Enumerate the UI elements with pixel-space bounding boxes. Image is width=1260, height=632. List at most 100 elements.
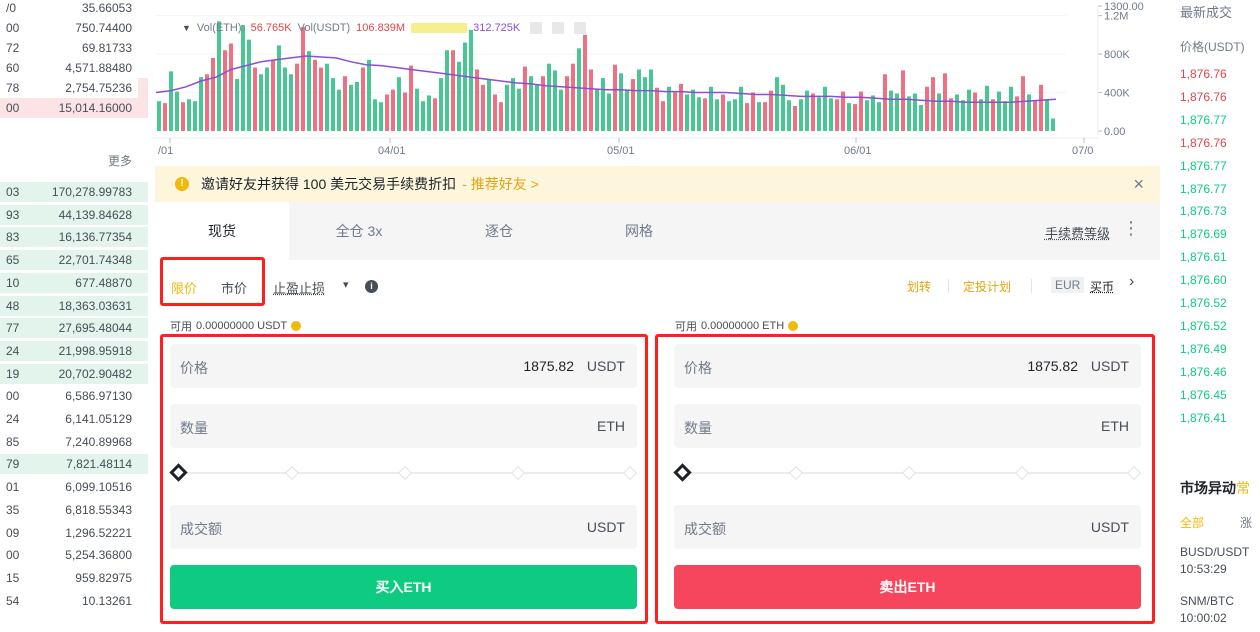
price-input[interactable]: 1875.82: [1027, 358, 1078, 374]
orderbook-total: 959.82975: [75, 570, 132, 585]
recent-trades-panel: 最新成交 价格(USDT) 1,876.76 1,876.76 1,876.77 1,…: [1166, 0, 1260, 632]
slider-mark-25[interactable]: [788, 465, 804, 481]
slider-handle[interactable]: [673, 463, 692, 482]
vol-usdt-label: Vol(USDT): [297, 22, 351, 34]
order-type-market[interactable]: 市价: [221, 278, 247, 297]
buy-amount-field[interactable]: 数量 ETH: [170, 404, 637, 448]
orderbook-row[interactable]: 77 27,695.48044: [0, 317, 148, 339]
volume-bar: [673, 92, 677, 131]
tab-grid[interactable]: 网格: [569, 202, 709, 260]
referral-link[interactable]: - 推荐好友 >: [462, 174, 539, 194]
market-item[interactable]: BUSD/USDT 10:53:29: [1180, 544, 1249, 578]
orderbook-row[interactable]: 72 69.81733: [0, 37, 148, 59]
orderbook-row[interactable]: 65 22,701.74348: [0, 249, 148, 271]
buy-percent-slider[interactable]: [169, 463, 638, 483]
orderbook-row[interactable]: 00 6,586.97130: [0, 385, 148, 407]
tab-cross-margin[interactable]: 全仓 3x: [289, 202, 429, 260]
orderbook-row[interactable]: 09 1,296.52221: [0, 522, 148, 544]
info-icon[interactable]: i: [365, 280, 378, 293]
volume-bar: [811, 93, 815, 131]
deposit-icon[interactable]: [788, 321, 799, 331]
orderbook-row[interactable]: 60 4,571.88480: [0, 57, 148, 79]
more-options-icon[interactable]: ⋮: [1122, 218, 1140, 239]
orderbook-row[interactable]: 00 15,014.16000: [0, 97, 148, 119]
orderbook-row[interactable]: 83 16,136.77354: [0, 226, 148, 248]
fee-level-link[interactable]: 手续费等级: [1045, 223, 1110, 242]
orderbook-price: 00: [6, 101, 20, 115]
legend-close-icon[interactable]: [574, 22, 587, 34]
orderbook-total: 20,702.90482: [58, 366, 132, 381]
sell-total-field[interactable]: 成交额 USDT: [674, 505, 1141, 549]
buy-price-field[interactable]: 价格 1875.82 USDT: [170, 344, 637, 388]
orderbook-row[interactable]: 10 677.48870: [0, 272, 148, 294]
slider-mark-25[interactable]: [284, 465, 300, 481]
orderbook-total: 5,254.36800: [65, 548, 132, 563]
volume-bar: [637, 69, 641, 131]
slider-mark-75[interactable]: [510, 465, 526, 481]
order-type-stop-limit[interactable]: 止盈止损: [273, 278, 325, 297]
x-tick-label: 06/01: [844, 145, 872, 157]
market-tab-gainers[interactable]: 涨: [1240, 514, 1252, 531]
slider-mark-50[interactable]: [901, 465, 917, 481]
legend-settings-icon[interactable]: [530, 22, 543, 34]
chevron-down-icon[interactable]: ▾: [343, 278, 349, 291]
orderbook-row[interactable]: 35 6,818.55343: [0, 499, 148, 521]
price-input[interactable]: 1875.82: [523, 358, 574, 374]
volume-bar: [847, 103, 851, 131]
legend-eye-icon[interactable]: [552, 22, 565, 34]
volume-bar: [1021, 76, 1025, 131]
orderbook-row[interactable]: 24 6,141.05129: [0, 408, 148, 430]
orderbook-price: 54: [6, 593, 20, 608]
volume-bar: [799, 99, 803, 131]
orderbook-row[interactable]: 54 10.13261: [0, 590, 148, 612]
tab-isolated-margin[interactable]: 逐仓: [429, 202, 569, 260]
volume-bar: [829, 98, 833, 131]
chevron-right-icon[interactable]: ›: [1129, 273, 1134, 291]
market-item[interactable]: SNM/BTC 10:00:02: [1180, 593, 1234, 627]
volume-bar: [325, 63, 329, 131]
auto-invest-link[interactable]: 定投计划: [963, 278, 1011, 295]
slider-mark-100[interactable]: [1126, 465, 1142, 481]
orderbook-row[interactable]: 78 2,754.75236: [0, 77, 148, 99]
currency-badge[interactable]: EUR: [1051, 277, 1085, 293]
deposit-icon[interactable]: [291, 321, 302, 331]
slider-mark-75[interactable]: [1014, 465, 1030, 481]
orderbook-row[interactable]: 00 5,254.36800: [0, 544, 148, 566]
order-type-limit[interactable]: 限价: [171, 278, 197, 297]
market-movers-suffix: 常: [1236, 480, 1250, 496]
volume-bar: [751, 92, 755, 131]
orderbook-row[interactable]: 01 6,099.10516: [0, 476, 148, 498]
legend-toggle-icon[interactable]: ▼: [182, 23, 191, 33]
sell-amount-field[interactable]: 数量 ETH: [674, 404, 1141, 448]
order-type-row: 限价 市价 止盈止损 ▾ i 划转 定投计划 EUR 买币 ›: [155, 260, 1160, 310]
orderbook-row[interactable]: 48 18,363.03631: [0, 295, 148, 317]
volume-bar: [787, 100, 791, 131]
orderbook-row[interactable]: 19 20,702.90482: [0, 363, 148, 385]
buy-eth-button[interactable]: 买入ETH: [170, 565, 637, 609]
tab-spot[interactable]: 现货: [155, 202, 289, 260]
orderbook-row[interactable]: 79 7,821.48114: [0, 453, 148, 475]
sell-price-field[interactable]: 价格 1875.82 USDT: [674, 344, 1141, 388]
orderbook-row[interactable]: 24 21,998.95918: [0, 340, 148, 362]
buy-crypto-link[interactable]: 买币: [1090, 278, 1114, 295]
close-icon[interactable]: ×: [1133, 174, 1144, 195]
orderbook-more-link[interactable]: 更多: [108, 152, 132, 169]
sell-eth-button[interactable]: 卖出ETH: [674, 565, 1141, 609]
orderbook-row[interactable]: 93 44,139.84628: [0, 204, 148, 226]
market-movers-title: 市场异动常: [1180, 478, 1250, 498]
market-tab-all[interactable]: 全部: [1180, 514, 1204, 531]
orderbook-row[interactable]: 00 750.74400: [0, 17, 148, 39]
volume-bar: [817, 97, 821, 131]
slider-mark-50[interactable]: [397, 465, 413, 481]
slider-handle[interactable]: [169, 463, 188, 482]
sell-percent-slider[interactable]: [673, 463, 1142, 483]
orderbook-row[interactable]: 15 959.82975: [0, 567, 148, 589]
slider-mark-100[interactable]: [622, 465, 638, 481]
volume-bar: [823, 86, 827, 131]
y-tick-label: 800K: [1104, 49, 1130, 61]
orderbook-row[interactable]: 03 170,278.99783: [0, 181, 148, 203]
orderbook-row[interactable]: 85 7,240.89968: [0, 431, 148, 453]
transfer-link[interactable]: 划转: [907, 278, 931, 295]
buy-total-field[interactable]: 成交额 USDT: [170, 505, 637, 549]
volume-bar: [301, 27, 305, 131]
